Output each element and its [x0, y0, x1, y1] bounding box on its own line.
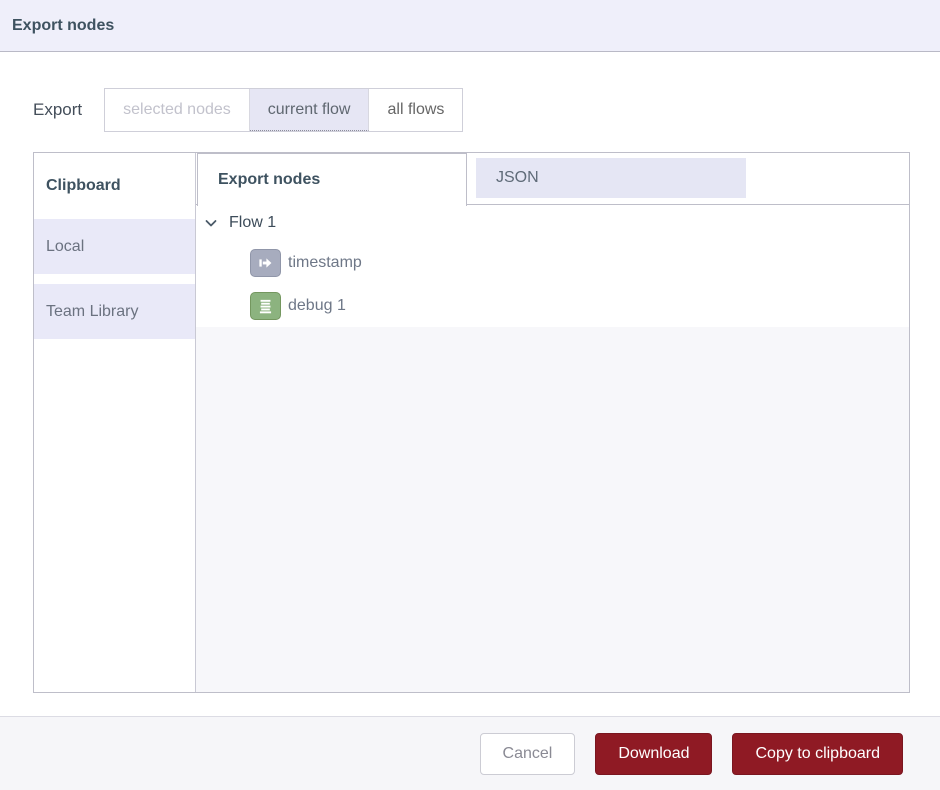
node-label: timestamp	[288, 254, 362, 272]
tab-label: JSON	[496, 169, 539, 187]
export-panel: Clipboard Local Team Library Export node…	[33, 152, 910, 693]
tab-label: Export nodes	[218, 171, 320, 189]
tree-row-node[interactable]: timestamp	[196, 241, 909, 284]
sidebar-item-local[interactable]: Local	[34, 219, 195, 274]
sidebar-item-label: Team Library	[46, 303, 138, 321]
dialog-title: Export nodes	[12, 17, 114, 35]
tab-json[interactable]: JSON	[476, 158, 746, 198]
copy-to-clipboard-button[interactable]: Copy to clipboard	[732, 733, 903, 775]
dialog-footer: Cancel Download Copy to clipboard	[0, 716, 940, 790]
selected-nodes-button[interactable]: selected nodes	[105, 89, 250, 131]
inject-arrow-icon	[250, 249, 281, 277]
export-scope-button-group: selected nodes current flow all flows	[104, 88, 463, 132]
dialog-header: Export nodes	[0, 0, 940, 52]
sidebar-item-team-library[interactable]: Team Library	[34, 284, 195, 339]
sidebar-item-label: Local	[46, 238, 84, 256]
tab-export-nodes[interactable]: Export nodes	[197, 153, 467, 206]
download-button[interactable]: Download	[595, 733, 712, 775]
tree-empty-area	[196, 327, 909, 692]
export-scope-label: Export	[33, 100, 82, 120]
node-label: debug 1	[288, 297, 346, 315]
export-panel-content: Export nodes JSON Flow 1	[196, 153, 909, 692]
flow-label: Flow 1	[229, 214, 276, 232]
all-flows-button[interactable]: all flows	[369, 89, 462, 131]
debug-lines-icon	[250, 292, 281, 320]
export-tabbar: Export nodes JSON	[196, 153, 909, 205]
export-nodes-dialog: Export nodes Export selected nodes curre…	[0, 0, 940, 790]
library-sidebar: Clipboard Local Team Library	[34, 153, 196, 692]
export-scope-row: Export selected nodes current flow all f…	[33, 88, 463, 132]
tree-row-node[interactable]: debug 1	[196, 284, 909, 327]
current-flow-button[interactable]: current flow	[250, 89, 370, 131]
sidebar-heading-clipboard: Clipboard	[34, 153, 195, 219]
tree-row-flow[interactable]: Flow 1	[196, 205, 909, 241]
cancel-button[interactable]: Cancel	[480, 733, 576, 775]
chevron-down-icon[interactable]	[204, 216, 218, 230]
export-node-tree: Flow 1 timestamp	[196, 205, 909, 692]
